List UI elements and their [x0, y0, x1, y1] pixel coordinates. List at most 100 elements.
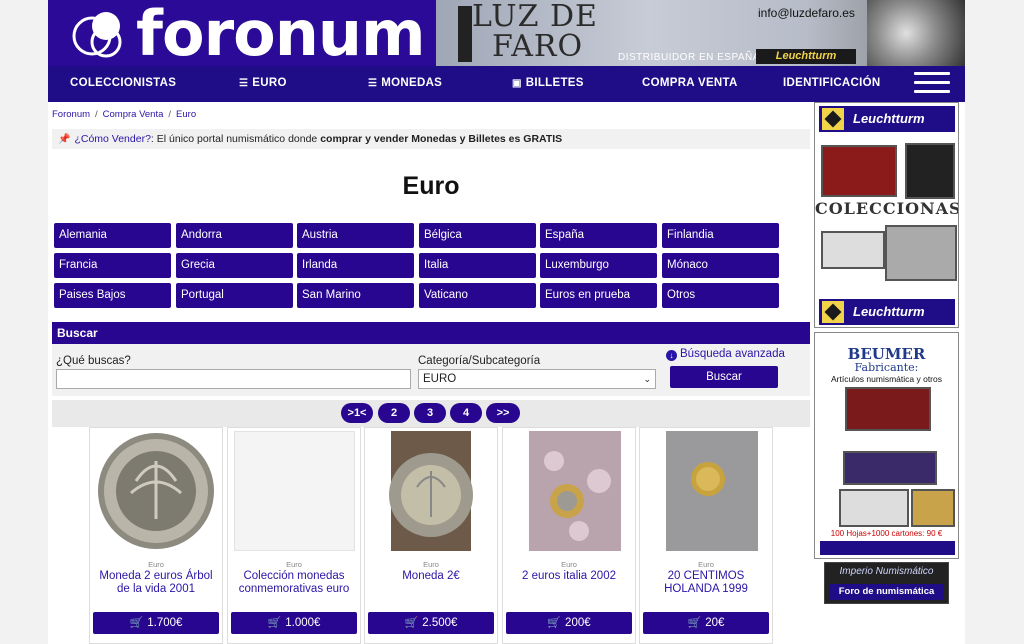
banner-distributor-text: DISTRIBUIDOR EN ESPAÑA DE — [618, 52, 778, 63]
country-vaticano[interactable]: Vaticano — [419, 283, 536, 308]
country-otros[interactable]: Otros — [662, 283, 779, 308]
imperio-title: Imperio Numismático — [839, 566, 934, 577]
country-espana[interactable]: España — [540, 223, 657, 248]
beumer-ad[interactable]: BEUMER Fabricante: Artículos numismática… — [814, 332, 959, 559]
page-3[interactable]: 3 — [414, 403, 446, 423]
product-price: 20€ — [705, 617, 725, 629]
search-input[interactable] — [56, 369, 411, 389]
site-logo-text[interactable]: foronum — [136, 0, 426, 68]
beumer-desc: Artículos numismática y otros — [830, 374, 942, 384]
page-4[interactable]: 4 — [450, 403, 482, 423]
product-photo[interactable] — [509, 431, 630, 551]
binders-image — [843, 451, 937, 485]
country-alemania[interactable]: Alemania — [54, 223, 171, 248]
how-to-sell-link[interactable]: ¿Cómo Vender? — [74, 133, 150, 145]
nav-euro[interactable]: ☰ EURO — [239, 66, 287, 102]
nav-billetes[interactable]: ▣ BILLETES — [512, 66, 584, 102]
product-card[interactable]: Euro Moneda 2€ 🛒 2.500€ — [364, 427, 498, 644]
product-price: 1.700€ — [147, 617, 183, 629]
leuchtturm-ad[interactable]: Leuchtturm COLECCIONAS Leuchtturm — [814, 102, 959, 328]
page-2[interactable]: 2 — [378, 403, 410, 423]
breadcrumb-foronum[interactable]: Foronum — [52, 109, 90, 120]
advanced-search-label: Búsqueda avanzada — [680, 348, 785, 360]
nav-label: COMPRA VENTA — [642, 77, 738, 89]
category-label: Categoría/Subcategoría — [418, 355, 541, 367]
product-card[interactable]: Euro 20 CENTIMOS HOLANDA 1999 🛒 20€ — [639, 427, 773, 644]
product-photo[interactable] — [646, 431, 767, 551]
foronum-logo-icon[interactable] — [72, 8, 128, 58]
hamburger-menu-icon[interactable] — [914, 72, 950, 96]
coin-case-image — [821, 145, 897, 197]
product-price-button[interactable]: 🛒 2.500€ — [368, 612, 494, 634]
country-francia[interactable]: Francia — [54, 253, 171, 278]
product-price-button[interactable]: 🛒 200€ — [506, 612, 632, 634]
product-category: Euro — [286, 560, 302, 569]
imperio-numismatico-ad[interactable]: Imperio Numismático Foro de numismática — [824, 562, 949, 604]
product-photo[interactable] — [371, 431, 492, 551]
country-san-marino[interactable]: San Marino — [297, 283, 414, 308]
cart-icon: 🛒 — [404, 617, 419, 629]
product-card[interactable]: Euro Colección monedas conmemorativas eu… — [227, 427, 361, 644]
lighthouse-icon — [458, 6, 472, 62]
product-price-button[interactable]: 🛒 1.700€ — [93, 612, 219, 634]
banner-luz-text: LUZ DE — [472, 0, 598, 34]
product-price: 1.000€ — [285, 617, 321, 629]
advanced-search-link[interactable]: ↓ Búsqueda avanzada — [666, 348, 785, 361]
product-name[interactable]: 2 euros italia 2002 — [507, 570, 631, 583]
country-euros-en-prueba[interactable]: Euros en prueba — [540, 283, 657, 308]
brand-text: Leuchtturm — [853, 304, 925, 319]
page-first[interactable]: >1< — [341, 403, 373, 423]
product-name[interactable]: Colección monedas conmemorativas euro — [232, 570, 356, 596]
product-price-button[interactable]: 🛒 1.000€ — [231, 612, 357, 634]
product-photo[interactable] — [234, 431, 355, 551]
coin-sheet-image — [911, 489, 955, 527]
notice-text: : El único portal numismático donde — [150, 133, 321, 145]
page-next[interactable]: >> — [486, 403, 520, 423]
category-select[interactable]: EURO ⌄ — [418, 369, 656, 389]
eagle-coin-image — [867, 0, 965, 66]
country-belgica[interactable]: Bélgica — [419, 223, 536, 248]
luz-de-faro-banner[interactable]: LUZ DE FARO info@luzdefaro.es DISTRIBUID… — [436, 0, 965, 66]
product-photo[interactable] — [96, 431, 217, 551]
nav-label: IDENTIFICACIÓN — [783, 77, 881, 89]
nav-identificacion[interactable]: IDENTIFICACIÓN — [783, 66, 880, 102]
country-paises-bajos[interactable]: Paises Bajos — [54, 283, 171, 308]
notice-bold-text: comprar y vender Monedas y Billetes es G… — [320, 133, 563, 145]
country-irlanda[interactable]: Irlanda — [297, 253, 414, 278]
breadcrumb-euro[interactable]: Euro — [176, 109, 196, 120]
breadcrumb-compra-venta[interactable]: Compra Venta — [103, 109, 164, 120]
nav-compra-venta[interactable]: COMPRA VENTA — [642, 66, 738, 102]
product-category: Euro — [561, 560, 577, 569]
nav-monedas[interactable]: ☰ MONEDAS — [368, 66, 442, 102]
country-monaco[interactable]: Mónaco — [662, 253, 779, 278]
country-finlandia[interactable]: Finlandia — [662, 223, 779, 248]
product-card[interactable]: Euro Moneda 2 euros Árbol de la vida 200… — [89, 427, 223, 644]
country-grecia[interactable]: Grecia — [176, 253, 293, 278]
country-luxemburgo[interactable]: Luxemburgo — [540, 253, 657, 278]
pushpin-icon: 📌 — [58, 134, 71, 145]
product-name[interactable]: Moneda 2 euros Árbol de la vida 2001 — [94, 570, 218, 596]
category-select-value: EURO — [423, 373, 457, 385]
breadcrumb: Foronum / Compra Venta / Euro — [52, 109, 197, 120]
search-panel: ¿Qué buscas? Categoría/Subcategoría EURO… — [52, 344, 810, 396]
product-price-button[interactable]: 🛒 20€ — [643, 612, 769, 634]
country-andorra[interactable]: Andorra — [176, 223, 293, 248]
search-header: Buscar — [52, 322, 810, 344]
product-name[interactable]: 20 CENTIMOS HOLANDA 1999 — [644, 570, 768, 596]
query-label: ¿Qué buscas? — [56, 355, 131, 367]
search-button[interactable]: Buscar — [670, 366, 778, 388]
nav-coleccionistas[interactable]: COLECCIONISTAS — [70, 66, 176, 102]
country-austria[interactable]: Austria — [297, 223, 414, 248]
product-card[interactable]: Euro 2 euros italia 2002 🛒 200€ — [502, 427, 636, 644]
beumer-price: 100 Hojas+1000 cartones: 90 € — [830, 529, 943, 538]
product-name[interactable]: Moneda 2€ — [369, 570, 493, 583]
product-price: 2.500€ — [422, 617, 458, 629]
beumer-sub: Fabricante: — [854, 361, 919, 374]
cart-icon: 🛒 — [267, 617, 282, 629]
page-title: Euro — [402, 172, 460, 200]
product-category: Euro — [698, 560, 714, 569]
coin-holders-image — [821, 231, 885, 269]
brand-text: Leuchtturm — [853, 111, 925, 126]
country-portugal[interactable]: Portugal — [176, 283, 293, 308]
country-italia[interactable]: Italia — [419, 253, 536, 278]
